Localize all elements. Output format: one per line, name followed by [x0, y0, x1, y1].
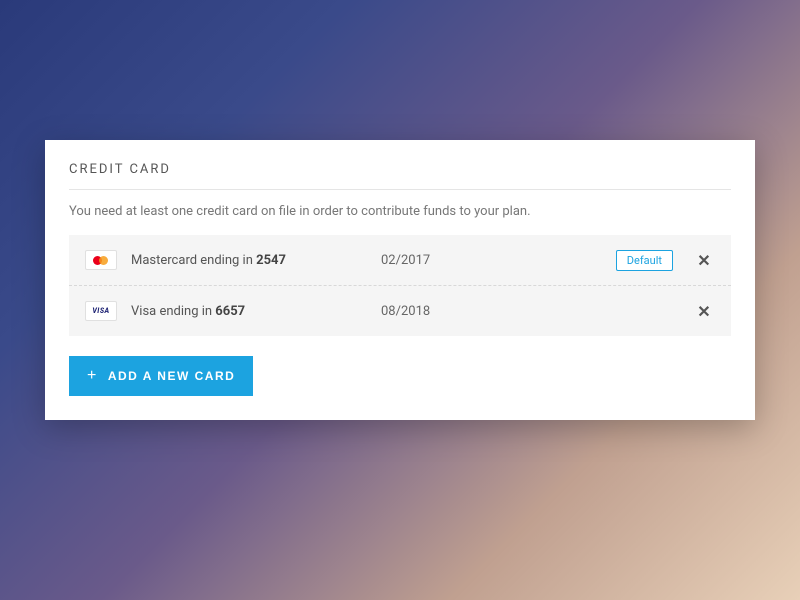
- section-title: CREDIT CARD: [69, 162, 731, 190]
- remove-card-button[interactable]: ✕: [693, 249, 715, 271]
- close-icon: ✕: [697, 251, 710, 270]
- plus-icon: +: [87, 368, 98, 384]
- remove-card-button[interactable]: ✕: [693, 300, 715, 322]
- card-expiry: 02/2017: [381, 253, 616, 268]
- card-label: Mastercard ending in 2547: [131, 253, 381, 268]
- credit-card-panel: CREDIT CARD You need at least one credit…: [45, 140, 755, 420]
- add-card-label: ADD A NEW CARD: [108, 369, 235, 383]
- visa-icon: VISA: [85, 301, 117, 321]
- mastercard-icon: [85, 250, 117, 270]
- default-badge[interactable]: Default: [616, 250, 673, 271]
- card-label: Visa ending in 6657: [131, 304, 381, 319]
- close-icon: ✕: [697, 302, 710, 321]
- add-new-card-button[interactable]: + ADD A NEW CARD: [69, 356, 253, 396]
- card-expiry: 08/2018: [381, 304, 693, 319]
- cards-list: Mastercard ending in 2547 02/2017 Defaul…: [69, 235, 731, 336]
- card-row: VISA Visa ending in 6657 08/2018 ✕: [69, 286, 731, 336]
- card-row: Mastercard ending in 2547 02/2017 Defaul…: [69, 235, 731, 285]
- section-description: You need at least one credit card on fil…: [69, 204, 731, 219]
